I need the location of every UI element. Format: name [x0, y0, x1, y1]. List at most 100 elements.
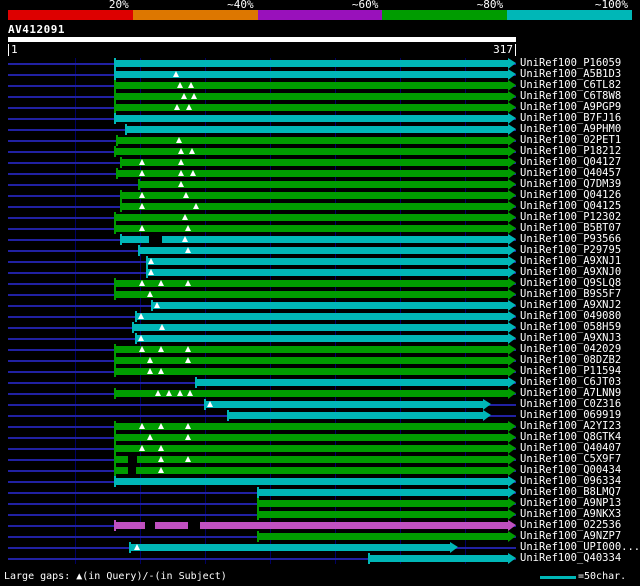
query-gap-marker-icon [159, 324, 165, 330]
bar-startcap [114, 289, 116, 300]
query-gap-marker-icon [158, 368, 164, 374]
alignment-bar[interactable] [115, 214, 508, 221]
alignment-bar[interactable] [115, 93, 508, 100]
bar-arrowhead-icon [508, 366, 516, 377]
alignment-bar[interactable] [196, 379, 508, 386]
alignment-bar[interactable] [258, 489, 508, 496]
alignment-bar[interactable] [115, 291, 508, 298]
alignment-bar[interactable] [205, 401, 483, 408]
alignment-bar[interactable] [115, 478, 508, 485]
bar-startcap [132, 322, 134, 333]
alignment-bar[interactable] [121, 203, 508, 210]
query-gap-marker-icon [158, 280, 164, 286]
query-gap-marker-icon [186, 104, 192, 110]
bar-startcap [114, 146, 116, 157]
alignment-bar[interactable] [139, 181, 508, 188]
alignment-bar[interactable] [115, 522, 508, 529]
bar-startcap [204, 399, 206, 410]
scale-segment-label: ~60% [351, 0, 379, 11]
bar-arrowhead-icon [508, 432, 516, 443]
bar-startcap [114, 80, 116, 91]
bar-startcap [120, 190, 122, 201]
bar-arrowhead-icon [508, 498, 516, 509]
alignment-bar[interactable] [139, 247, 508, 254]
alignment-bar[interactable] [115, 225, 508, 232]
alignment-bar[interactable] [115, 115, 508, 122]
bar-arrowhead-icon [508, 58, 516, 69]
query-gap-marker-icon [185, 346, 191, 352]
alignment-bar[interactable] [258, 533, 508, 540]
alignment-bar[interactable] [115, 280, 508, 287]
query-gap-marker-icon [139, 280, 145, 286]
alignment-bar[interactable] [115, 82, 508, 89]
alignment-bar[interactable] [115, 456, 508, 463]
alignment-bar[interactable] [133, 324, 508, 331]
query-gap-marker-icon [185, 357, 191, 363]
bar-arrowhead-icon [508, 179, 516, 190]
alignment-bar[interactable] [147, 269, 508, 276]
bar-startcap [114, 443, 116, 454]
alignment-bar[interactable] [117, 170, 508, 177]
alignment-bar[interactable] [258, 511, 508, 518]
alignment-bar[interactable] [115, 434, 508, 441]
alignment-bar[interactable] [369, 555, 508, 562]
scale-bar [8, 10, 632, 20]
bar-startcap [114, 432, 116, 443]
scale-segment [8, 10, 133, 20]
scale-segment-label: ~80% [476, 0, 504, 11]
bar-gap-notch [128, 456, 137, 463]
bar-startcap [120, 201, 122, 212]
bar-arrowhead-icon [508, 487, 516, 498]
alignment-bar[interactable] [126, 126, 508, 133]
bar-startcap [114, 223, 116, 234]
bar-startcap [114, 278, 116, 289]
bar-startcap [257, 509, 259, 520]
alignment-bar[interactable] [115, 346, 508, 353]
bar-arrowhead-icon [508, 190, 516, 201]
alignment-bar[interactable] [136, 313, 508, 320]
query-gap-marker-icon [138, 313, 144, 319]
hit-label[interactable]: UniRef100_Q40334 [520, 553, 621, 564]
query-gap-marker-icon [207, 401, 213, 407]
alignment-bar[interactable] [152, 302, 508, 309]
query-gap-marker-icon [185, 247, 191, 253]
bar-arrowhead-icon [508, 157, 516, 168]
alignment-bar[interactable] [115, 423, 508, 430]
alignment-bar[interactable] [115, 390, 508, 397]
alignment-bar[interactable] [115, 368, 508, 375]
bar-arrowhead-icon [508, 168, 516, 179]
bar-startcap [114, 58, 116, 69]
bar-arrowhead-icon [450, 542, 458, 553]
bar-startcap [114, 520, 116, 531]
bar-startcap [151, 300, 153, 311]
query-gap-marker-icon [185, 434, 191, 440]
scale-segment [257, 10, 383, 20]
alignment-bar[interactable] [115, 445, 508, 452]
alignment-bar[interactable] [136, 335, 508, 342]
bar-arrowhead-icon [508, 443, 516, 454]
query-gap-marker-icon [188, 82, 194, 88]
scale-segment [382, 10, 508, 20]
bar-startcap [120, 157, 122, 168]
bar-startcap [227, 410, 229, 421]
alignment-bar[interactable] [147, 258, 508, 265]
query-gap-marker-icon [139, 159, 145, 165]
alignment-bar[interactable] [121, 236, 508, 243]
alignment-bar[interactable] [115, 148, 508, 155]
alignment-bar[interactable] [115, 60, 508, 67]
alignment-bar[interactable] [130, 544, 450, 551]
alignment-bar[interactable] [115, 467, 508, 474]
alignment-bar[interactable] [115, 357, 508, 364]
bar-startcap [257, 487, 259, 498]
alignment-bar[interactable] [121, 192, 508, 199]
query-gap-marker-icon [183, 192, 189, 198]
alignment-bar[interactable] [228, 412, 483, 419]
query-gap-marker-icon [158, 423, 164, 429]
query-gap-marker-icon [138, 335, 144, 341]
bar-gap-notch [188, 522, 200, 529]
bar-arrowhead-icon [508, 146, 516, 157]
alignment-bar[interactable] [258, 500, 508, 507]
query-gap-marker-icon [158, 456, 164, 462]
scale-segment [507, 10, 632, 20]
query-gap-marker-icon [139, 346, 145, 352]
